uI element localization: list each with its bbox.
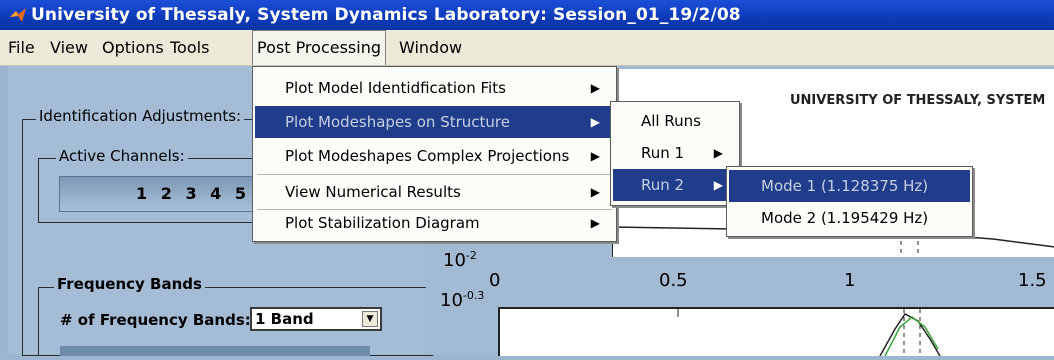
post-processing-menu: Plot Model Identidfication Fits ▶ Plot M…	[252, 66, 617, 242]
active-channels-label: Active Channels:	[56, 147, 188, 165]
menu-item-stabilization-diagram[interactable]: Plot Stabilization Diagram ▶	[255, 207, 614, 239]
x-tick-0-5: 0.5	[659, 270, 688, 291]
submenu-arrow-icon: ▶	[590, 216, 600, 230]
title-bar: University of Thessaly, System Dynamics …	[0, 0, 1054, 30]
matlab-icon	[10, 8, 26, 22]
lower-plot-axes	[498, 307, 1054, 357]
submenu-arrow-icon: ▶	[590, 149, 600, 163]
active-channels-value: 1 2 3 4 5	[136, 184, 250, 203]
num-frequency-bands-label: # of Frequency Bands:	[60, 311, 251, 329]
menu-separator	[257, 174, 612, 175]
menu-item-mode-1[interactable]: Mode 1 (1.128375 Hz)	[729, 170, 970, 202]
menu-options[interactable]: Options	[98, 30, 168, 65]
lower-plot-curve	[677, 309, 941, 357]
active-channels-display[interactable]: 1 2 3 4 5	[59, 176, 261, 212]
chevron-down-icon[interactable]: ▼	[362, 311, 378, 327]
menu-item-all-runs[interactable]: All Runs	[613, 105, 737, 137]
menu-item-modeshapes-complex-projections[interactable]: Plot Modeshapes Complex Projections ▶	[255, 140, 614, 172]
band-slider[interactable]	[60, 346, 370, 356]
menu-item-model-identification-fits[interactable]: Plot Model Identidfication Fits ▶	[255, 72, 614, 104]
chart-title: UNIVERSITY OF THESSALY, SYSTEM	[790, 93, 1046, 108]
menu-item-mode-2[interactable]: Mode 2 (1.195429 Hz)	[729, 202, 970, 234]
menu-item-run-2[interactable]: Run 2 ▶	[613, 169, 737, 201]
x-tick-0: 0	[489, 270, 501, 291]
menu-item-run-1[interactable]: Run 1 ▶	[613, 137, 737, 169]
frequency-bands-label: Frequency Bands	[54, 275, 205, 293]
modes-submenu: Mode 1 (1.128375 Hz) Mode 2 (1.195429 Hz…	[726, 166, 973, 237]
num-frequency-bands-value: 1 Band	[255, 310, 314, 328]
window-title: University of Thessaly, System Dynamics …	[31, 5, 741, 25]
submenu-arrow-icon: ▶	[713, 178, 723, 192]
submenu-arrow-icon: ▶	[590, 185, 600, 199]
runs-submenu: All Runs Run 1 ▶ Run 2 ▶	[610, 101, 740, 206]
y-tick-lower: 10-0.3	[440, 289, 485, 311]
submenu-arrow-icon: ▶	[590, 81, 600, 95]
menu-post-processing[interactable]: Post Processing	[252, 30, 386, 65]
num-frequency-bands-select[interactable]: 1 Band ▼	[250, 307, 382, 331]
identification-label: Identification Adjustments:	[36, 107, 245, 125]
submenu-arrow-icon: ▶	[590, 115, 600, 129]
menu-tools[interactable]: Tools	[166, 30, 213, 65]
submenu-arrow-icon: ▶	[713, 146, 723, 160]
menu-view[interactable]: View	[46, 30, 92, 65]
y-tick-upper: 10-2	[443, 249, 477, 271]
menu-item-view-numerical-results[interactable]: View Numerical Results ▶	[255, 176, 614, 208]
menu-bar: File View Options Tools Post Processing …	[0, 30, 1054, 66]
menu-item-modeshapes-on-structure[interactable]: Plot Modeshapes on Structure ▶	[255, 106, 614, 138]
x-tick-1: 1	[844, 270, 856, 291]
menu-file[interactable]: File	[4, 30, 39, 65]
menu-window[interactable]: Window	[395, 30, 466, 65]
x-tick-1-5: 1.5	[1018, 270, 1047, 291]
